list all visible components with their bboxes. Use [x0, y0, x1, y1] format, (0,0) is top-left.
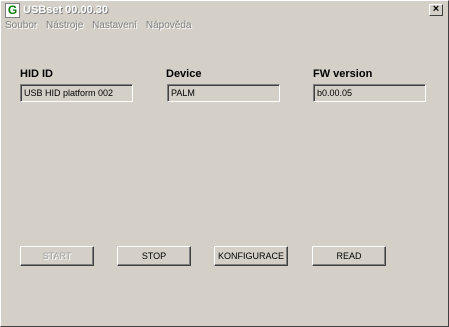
fw-version-field: b0.00.05	[313, 84, 426, 102]
read-button[interactable]: READ	[312, 246, 386, 266]
stop-button[interactable]: STOP	[117, 246, 191, 266]
fw-version-label: FW version	[313, 68, 373, 80]
menu-bar: Soubor Nástroje Nastavení Nápověda	[5, 20, 197, 34]
title-bar: G USBset 00.00.30 ×	[3, 3, 446, 18]
window-title: USBset 00.00.30	[23, 4, 108, 16]
close-button[interactable]: ×	[429, 4, 443, 16]
menu-nastroje[interactable]: Nástroje	[46, 20, 83, 31]
menu-napoveda[interactable]: Nápověda	[146, 20, 192, 31]
device-label: Device	[166, 68, 202, 80]
menu-soubor[interactable]: Soubor	[5, 20, 37, 31]
main-window: G USBset 00.00.30 × Soubor Nástroje Nast…	[0, 0, 449, 327]
start-button[interactable]: START	[20, 246, 94, 266]
app-icon: G	[5, 3, 20, 18]
menu-nastaveni[interactable]: Nastavení	[92, 20, 137, 31]
hid-id-field: USB HID platform 002	[20, 84, 133, 102]
device-field: PALM	[167, 84, 280, 102]
konfigurace-button[interactable]: KONFIGURACE	[214, 246, 288, 266]
hid-id-label: HID ID	[20, 68, 53, 80]
